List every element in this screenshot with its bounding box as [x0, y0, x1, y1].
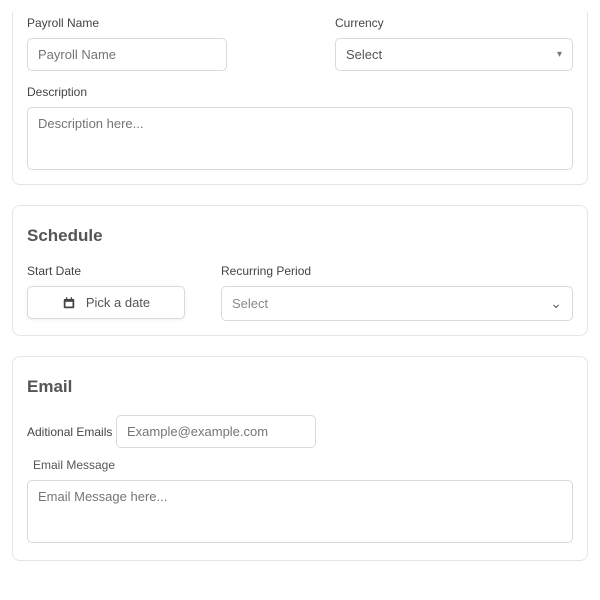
currency-selected-text: Select	[346, 47, 382, 62]
details-card: Payroll Name Currency Select ▾ Descripti…	[12, 12, 588, 185]
email-message-textarea[interactable]	[27, 480, 573, 543]
currency-label: Currency	[335, 16, 573, 30]
calendar-icon	[62, 296, 76, 310]
email-card: Email Aditional Emails Email Message	[12, 356, 588, 561]
schedule-title: Schedule	[27, 226, 573, 246]
start-date-picker[interactable]: Pick a date	[27, 286, 185, 319]
chevron-down-icon: ▾	[557, 49, 562, 60]
recurring-select[interactable]: Select ⌄	[221, 286, 573, 321]
email-message-label: Email Message	[33, 458, 573, 472]
payroll-name-input[interactable]	[27, 38, 227, 71]
currency-select[interactable]: Select ▾	[335, 38, 573, 71]
description-textarea[interactable]	[27, 107, 573, 170]
pick-date-text: Pick a date	[86, 295, 150, 310]
additional-emails-label: Aditional Emails	[27, 425, 112, 439]
schedule-card: Schedule Start Date Pick a date Recurrin…	[12, 205, 588, 336]
payroll-name-label: Payroll Name	[27, 16, 265, 30]
description-label: Description	[27, 85, 573, 99]
chevron-down-icon: ⌄	[550, 295, 562, 312]
recurring-selected-text: Select	[232, 296, 268, 311]
recurring-label: Recurring Period	[221, 264, 573, 278]
additional-emails-input[interactable]	[116, 415, 316, 448]
start-date-label: Start Date	[27, 264, 197, 278]
email-title: Email	[27, 377, 573, 397]
